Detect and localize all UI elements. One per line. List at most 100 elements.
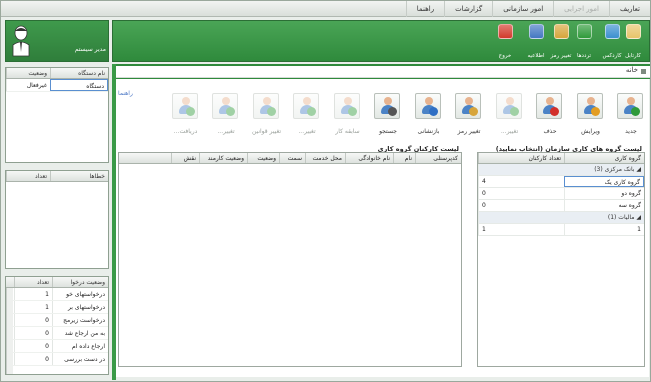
errors-panel: خطاها تعداد xyxy=(5,170,109,269)
action-button-1[interactable] xyxy=(576,93,603,119)
tab-home[interactable]: خانه xyxy=(626,66,638,74)
toolbar-button-label: ترددها xyxy=(576,53,592,59)
action-button-5[interactable] xyxy=(414,93,441,119)
request-row[interactable]: در دست بررسی 0 xyxy=(6,353,108,366)
tab-strip xyxy=(112,66,650,78)
col-staff-0[interactable]: کدپرسنلی xyxy=(415,153,461,163)
action-button-label: دریافت... xyxy=(173,128,198,135)
globe-icon xyxy=(577,24,592,39)
col-staff-4[interactable]: سمت xyxy=(279,153,305,163)
group-row[interactable]: گروه سه 0 xyxy=(478,200,644,212)
staff-grid: کدپرسنلی نام نام خانوادگی محل خدمت سمت وضعیت و… xyxy=(118,152,462,367)
device-row[interactable]: دستگاه غیرفعال xyxy=(6,79,108,92)
tab-close-icon[interactable] xyxy=(641,69,646,74)
devices-panel: نام دستگاه وضعیت دستگاه غیرفعال xyxy=(5,67,109,163)
menu-item-4[interactable]: راهنما xyxy=(405,1,444,17)
col-request-status[interactable]: وضعیت درخوا xyxy=(52,277,108,287)
action-badge-icon xyxy=(266,107,276,116)
request-row[interactable]: ارجاع داده ام 0 xyxy=(6,340,108,353)
col-staff-6[interactable]: وضعیت کارمند xyxy=(199,153,247,163)
action-button-label: سابقه کار xyxy=(335,128,360,135)
action-badge-icon xyxy=(509,107,519,116)
requests-scrollbar[interactable] xyxy=(6,288,13,374)
menu-item-3[interactable]: گزارشات xyxy=(444,1,492,17)
notice-icon xyxy=(529,24,544,39)
action-badge-icon xyxy=(388,107,397,116)
action-badge-icon xyxy=(226,107,235,116)
col-errors-count[interactable]: تعداد xyxy=(6,171,50,181)
menu-item-1: امور اجرایی xyxy=(553,1,609,17)
action-badge-icon xyxy=(347,107,357,116)
toolbar-button-4[interactable] xyxy=(528,24,545,39)
action-button-2[interactable] xyxy=(536,93,562,119)
col-staff-7[interactable]: نقش xyxy=(171,153,199,163)
menu-item-0[interactable]: تعاریف xyxy=(608,1,650,17)
toolbar-button-label: کاردکس xyxy=(602,53,622,59)
groups-grid: گروه کاری تعداد کارکنان ◢ بانک مرکزی (3)… xyxy=(477,152,645,367)
action-badge-icon xyxy=(590,107,600,116)
menu-item-2[interactable]: امور سازمانی xyxy=(492,1,553,17)
toolbar-button-5[interactable] xyxy=(497,24,514,39)
col-staff-2[interactable]: نام خانوادگی xyxy=(345,153,393,163)
toolbar-button-label: تغییر رمز xyxy=(550,53,572,59)
col-staff-5[interactable]: وضعیت xyxy=(247,153,279,163)
key-icon xyxy=(554,24,569,39)
group-row[interactable]: گروه دو 0 xyxy=(478,188,644,200)
action-button-6[interactable] xyxy=(374,93,400,119)
action-badge-icon xyxy=(185,107,195,116)
col-errors[interactable]: خطاها xyxy=(50,171,108,181)
action-button-label: حذف xyxy=(543,128,557,135)
action-button-label: تغییر رمز xyxy=(457,128,481,135)
action-button-4[interactable] xyxy=(455,93,481,119)
requests-panel: وضعیت درخوا تعداد درخواستهای خو 1 درخواسته… xyxy=(5,276,109,375)
action-badge-icon xyxy=(469,107,478,116)
col-group-count[interactable]: تعداد کارکنان xyxy=(478,153,564,163)
action-badge-icon xyxy=(307,107,316,116)
col-group-name[interactable]: گروه کاری xyxy=(564,153,644,163)
group-row[interactable]: گروه کاری یک 4 xyxy=(478,176,644,188)
action-button-9 xyxy=(252,93,279,119)
action-button-label: جستجو xyxy=(379,128,397,135)
top-menu-bar: تعاریف امور اجرایی امور سازمانی گزارشات راهن… xyxy=(1,1,650,17)
request-row[interactable]: درخواستهای خو 1 xyxy=(6,288,108,301)
toolbar-button-2[interactable] xyxy=(576,24,593,39)
toolbar-button-label: کارتابل xyxy=(625,53,641,59)
request-row[interactable]: درخواستهای بر 1 xyxy=(6,301,108,314)
action-badge-icon xyxy=(550,107,559,116)
col-staff-3[interactable]: محل خدمت xyxy=(305,153,345,163)
cardex-icon xyxy=(605,24,620,39)
inbox-icon xyxy=(626,24,641,39)
action-button-11 xyxy=(171,93,198,119)
toolbar-button-1[interactable] xyxy=(604,24,621,39)
col-device-status[interactable]: وضعیت xyxy=(6,68,50,78)
action-button-label: تغییر... xyxy=(298,128,316,135)
action-button-label: تغییر... xyxy=(500,128,519,135)
toolbar-button-0[interactable] xyxy=(625,24,642,39)
collapse-triangle-icon[interactable]: ◢ xyxy=(636,214,641,221)
request-row[interactable]: درخواست زیرمج 0 xyxy=(6,314,108,327)
exit-icon xyxy=(498,24,513,39)
action-button-label: تغییر قوانین xyxy=(251,128,282,135)
col-request-count[interactable]: تعداد xyxy=(14,277,52,287)
user-avatar-icon xyxy=(12,25,30,57)
group-row[interactable]: 11 xyxy=(478,224,644,236)
action-button-0[interactable] xyxy=(617,93,643,119)
action-button-10 xyxy=(212,93,238,119)
action-badge-icon xyxy=(631,107,640,116)
toolbar-button-label: اطلاعیه xyxy=(527,53,545,59)
action-button-label: ویرایش xyxy=(581,128,600,135)
group-header-row[interactable]: ◢ مالیات (1) xyxy=(478,212,644,224)
action-button-8 xyxy=(293,93,319,119)
group-header-row[interactable]: ◢ بانک مرکزی (3) xyxy=(478,164,644,176)
action-button-7 xyxy=(333,93,360,119)
quick-actions-help-link[interactable]: راهنما xyxy=(118,90,133,97)
action-button-label: بازنشانی xyxy=(417,128,440,135)
request-row[interactable]: به من ارجاع شد 0 xyxy=(6,327,108,340)
toolbar-button-3[interactable] xyxy=(553,24,570,39)
col-staff-1[interactable]: نام xyxy=(393,153,415,163)
user-name: مدیر سیستم xyxy=(74,46,106,53)
toolbar-button-label: خروج xyxy=(498,53,512,59)
col-device-name[interactable]: نام دستگاه xyxy=(50,68,108,78)
action-button-label: تغییر... xyxy=(217,128,235,135)
collapse-triangle-icon[interactable]: ◢ xyxy=(636,166,641,173)
